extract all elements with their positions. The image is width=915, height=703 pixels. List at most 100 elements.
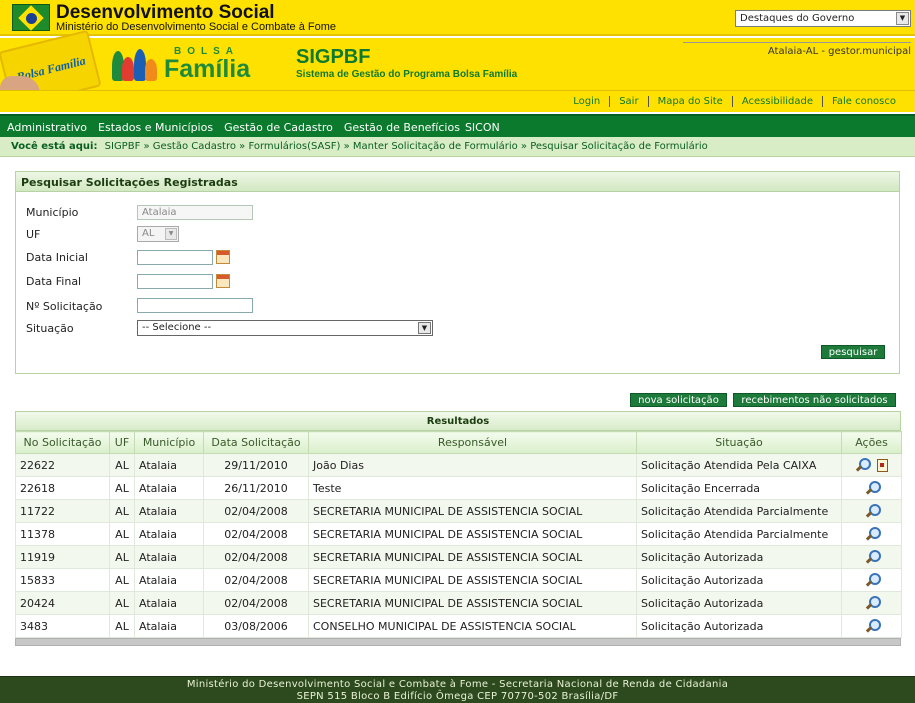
search-icon[interactable]: [865, 527, 881, 541]
contact-link[interactable]: Fale conosco: [822, 96, 905, 107]
results-title: Resultados: [15, 411, 901, 431]
row-actions: [841, 568, 902, 592]
uf-select[interactable]: AL ▼: [137, 226, 179, 242]
row-situacao: Solicitação Autorizada: [636, 545, 842, 569]
row-municipio: Atalaia: [134, 453, 204, 477]
results-section: Resultados No Solicitação UF Município D…: [15, 411, 902, 646]
col-header-situacao[interactable]: Situação: [636, 431, 842, 454]
breadcrumb-path[interactable]: SIGPBF » Gestão Cadastro » Formulários(S…: [105, 141, 708, 152]
breadcrumb: Você está aqui: SIGPBF » Gestão Cadastro…: [0, 137, 915, 157]
row-num: 22622: [15, 453, 110, 477]
row-municipio: Atalaia: [134, 591, 204, 615]
row-data: 26/11/2010: [203, 476, 309, 500]
uf-label: UF: [26, 228, 41, 241]
results-table: No Solicitação UF Município Data Solicit…: [15, 431, 902, 638]
table-row: 22622 AL Atalaia 29/11/2010 João Dias Solicit…: [15, 453, 902, 477]
table-row: 20424 AL Atalaia 02/04/2008 SECRETARIA MUNIC…: [15, 591, 902, 615]
col-header-responsavel[interactable]: Responsável: [308, 431, 637, 454]
col-header-municipio[interactable]: Município: [134, 431, 204, 454]
row-actions: [841, 545, 902, 569]
unsolicited-receipts-button[interactable]: recebimentos não solicitados: [733, 393, 896, 407]
accessibility-link[interactable]: Acessibilidade: [731, 96, 822, 107]
row-responsavel: CONSELHO MUNICIPAL DE ASSISTENCIA SOCIAL: [308, 614, 637, 638]
row-situacao: Solicitação Autorizada: [636, 591, 842, 615]
search-icon[interactable]: [865, 596, 881, 610]
search-icon[interactable]: [865, 573, 881, 587]
row-situacao: Solicitação Encerrada: [636, 476, 842, 500]
row-situacao: Solicitação Atendida Parcialmente: [636, 499, 842, 523]
row-uf: AL: [109, 614, 135, 638]
num-solicitacao-label: Nº Solicitação: [26, 300, 103, 313]
table-row: 11722 AL Atalaia 02/04/2008 SECRETARIA MUNIC…: [15, 499, 902, 523]
chevron-down-icon: ▼: [418, 322, 431, 334]
table-row: 15833 AL Atalaia 02/04/2008 SECRETARIA MUNIC…: [15, 568, 902, 592]
row-data: 02/04/2008: [203, 568, 309, 592]
chevron-down-icon: ▼: [165, 228, 177, 240]
row-data: 02/04/2008: [203, 522, 309, 546]
nav-gestao-beneficios[interactable]: Gestão de Benefícios: [344, 121, 460, 134]
search-icon[interactable]: [865, 550, 881, 564]
row-responsavel: João Dias: [308, 453, 637, 477]
row-num: 3483: [15, 614, 110, 638]
row-num: 22618: [15, 476, 110, 500]
col-header-num[interactable]: No Solicitação: [15, 431, 110, 454]
table-header-row: No Solicitação UF Município Data Solicit…: [15, 431, 902, 454]
new-request-button[interactable]: nova solicitação: [630, 393, 727, 407]
search-icon[interactable]: [855, 458, 871, 472]
situacao-label: Situação: [26, 322, 74, 335]
footer-line-2: SEPN 515 Bloco B Edifício Ômega CEP 7077…: [296, 691, 619, 702]
results-body: 22622 AL Atalaia 29/11/2010 João Dias Solicit…: [15, 453, 902, 638]
utility-links: Login Sair Mapa do Site Acessibilidade F…: [564, 96, 905, 107]
col-header-acoes: Ações: [841, 431, 902, 454]
search-icon[interactable]: [865, 504, 881, 518]
nav-gestao-cadastro[interactable]: Gestão de Cadastro: [224, 121, 333, 134]
document-icon[interactable]: [877, 458, 888, 472]
nav-sicon[interactable]: SICON: [465, 121, 500, 134]
login-link[interactable]: Login: [564, 96, 609, 107]
search-button[interactable]: pesquisar: [821, 345, 885, 359]
logout-link[interactable]: Sair: [609, 96, 647, 107]
table-footer: [15, 638, 901, 646]
familia-wordmark: Família: [164, 55, 251, 83]
row-responsavel: SECRETARIA MUNICIPAL DE ASSISTENCIA SOCI…: [308, 545, 637, 569]
sitemap-link[interactable]: Mapa do Site: [647, 96, 732, 107]
government-highlights-select[interactable]: Destaques do Governo ▼: [735, 10, 911, 27]
nav-estados-municipios[interactable]: Estados e Municípios: [98, 121, 213, 134]
row-data: 02/04/2008: [203, 591, 309, 615]
col-header-uf[interactable]: UF: [109, 431, 135, 454]
row-uf: AL: [109, 522, 135, 546]
system-subtitle: Sistema de Gestão do Programa Bolsa Famí…: [296, 69, 518, 80]
footer-line-1: Ministério do Desenvolvimento Social e C…: [186, 679, 729, 690]
search-icon[interactable]: [865, 481, 881, 495]
situacao-select[interactable]: -- Selecione -- ▼: [137, 320, 433, 336]
row-data: 02/04/2008: [203, 545, 309, 569]
row-situacao: Solicitação Autorizada: [636, 568, 842, 592]
row-municipio: Atalaia: [134, 476, 204, 500]
uf-value: AL: [142, 228, 155, 239]
situacao-value: -- Selecione --: [142, 322, 212, 333]
main-nav: Administrativo Estados e Municípios Gest…: [0, 114, 915, 138]
nav-administrativo[interactable]: Administrativo: [7, 121, 87, 134]
data-final-field[interactable]: [137, 274, 213, 289]
row-actions: [841, 476, 902, 500]
table-row: 11378 AL Atalaia 02/04/2008 SECRETARIA MUNIC…: [15, 522, 902, 546]
divider: [683, 42, 911, 43]
row-actions: [841, 499, 902, 523]
municipio-field[interactable]: Atalaia: [137, 205, 253, 220]
row-data: 03/08/2006: [203, 614, 309, 638]
calendar-icon[interactable]: [216, 250, 230, 264]
calendar-icon[interactable]: [216, 274, 230, 288]
utility-bar: Login Sair Mapa do Site Acessibilidade F…: [0, 90, 915, 112]
search-icon[interactable]: [865, 619, 881, 633]
row-municipio: Atalaia: [134, 614, 204, 638]
row-situacao: Solicitação Atendida Parcialmente: [636, 522, 842, 546]
search-panel-title: Pesquisar Solicitações Registradas: [16, 172, 899, 192]
row-actions: [841, 522, 902, 546]
col-header-data[interactable]: Data Solicitação: [203, 431, 309, 454]
row-num: 11378: [15, 522, 110, 546]
row-uf: AL: [109, 499, 135, 523]
num-solicitacao-field[interactable]: [137, 298, 253, 313]
system-name: SIGPBF: [296, 46, 371, 68]
table-row: 11919 AL Atalaia 02/04/2008 SECRETARIA MUNIC…: [15, 545, 902, 569]
data-inicial-field[interactable]: [137, 250, 213, 265]
